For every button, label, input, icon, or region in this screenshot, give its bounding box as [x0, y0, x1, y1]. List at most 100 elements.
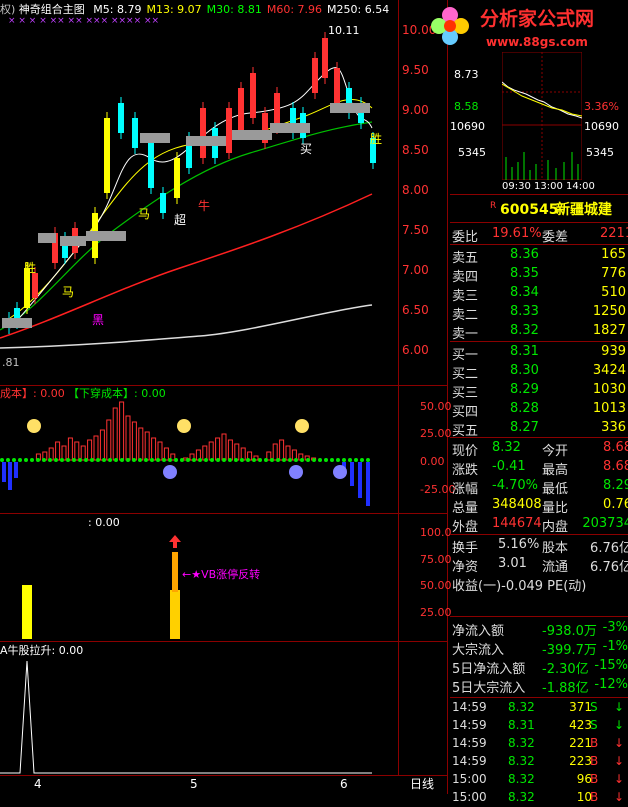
zero-dot: [78, 458, 82, 462]
tick-price: 8.32: [508, 772, 535, 786]
red-marker-icon: R: [490, 201, 497, 211]
mini-axis-left-1: 8.58: [454, 100, 479, 113]
asks-price: 8.35: [510, 266, 539, 281]
chart-area[interactable]: 权) 神奇组合主图 M5: 8.79 M13: 9.07 M30: 8.81 M60:…: [0, 0, 455, 794]
signal-annotation: 买: [300, 142, 313, 156]
panel2-label-a: 成本】: 0.00: [0, 387, 65, 400]
asks-row: 卖二 8.33 1250: [450, 302, 628, 323]
sad-face-icon: [163, 465, 177, 479]
zero-dot: [36, 458, 40, 462]
ratio-value: 19.61%: [492, 226, 542, 241]
stat-value: 8.68: [603, 459, 628, 474]
ask-book: 卖五 8.36 165 卖四 8.35 776 卖三 8.34 510 卖二 8.33 1250 卖一 8…: [450, 245, 628, 342]
zero-dot: [54, 458, 58, 462]
mini-chart-plot: [502, 52, 582, 180]
ma-label-3: M60: 7.96: [266, 3, 323, 16]
cost-bar: [208, 441, 214, 461]
stats-row: 涨跌 -0.41 最高 8.68: [450, 457, 628, 478]
price-tick: 8.00: [402, 183, 429, 197]
zero-dot: [162, 458, 166, 462]
flow-row: 大宗流入 -399.7万 -1%: [450, 637, 628, 658]
cost-bar: [215, 437, 221, 461]
mini-chart[interactable]: 8.73 8.58 10690 5345 3.36% 10690 5345 09…: [450, 52, 628, 192]
tick-volume: 221: [569, 736, 592, 750]
yellow-bar-1: [22, 585, 32, 639]
yellow-bar-2: [170, 590, 180, 639]
tick-list[interactable]: 14:59 8.32 371 S ↓ 14:59 8.31 423 S ↓ 14:59 8.32 221…: [450, 696, 628, 804]
zero-dot: [12, 458, 16, 462]
panel2-label-b: 【下穿成本】: 0.00: [68, 387, 166, 400]
cost-bar: [119, 401, 125, 461]
zero-dot: [276, 458, 280, 462]
asks-volume: 510: [601, 285, 626, 300]
zero-dot: [96, 458, 100, 462]
zero-dot: [300, 458, 304, 462]
bids-volume: 1013: [592, 401, 626, 416]
zero-dot: [90, 458, 94, 462]
zero-dot: [270, 458, 274, 462]
panel2-chart: [0, 401, 370, 506]
flow-row: 5日净流入额 -2.30亿 -15%: [450, 656, 628, 677]
cost-bar: [138, 427, 144, 461]
x-tick: 5: [190, 777, 198, 791]
zero-dot: [258, 458, 262, 462]
logo-url: www.88gs.com: [486, 35, 588, 49]
zero-dot: [72, 458, 76, 462]
zero-dot: [180, 458, 184, 462]
tick-price: 8.32: [508, 790, 535, 804]
zero-dot: [174, 458, 178, 462]
zero-dot: [342, 458, 346, 462]
panel2-tick: 0.00: [420, 455, 445, 468]
ma-label-4: M250: 6.54: [327, 3, 390, 16]
stat-value: 144674: [492, 516, 542, 531]
asks-volume: 776: [601, 266, 626, 281]
candle-body: [118, 103, 124, 133]
bids-price: 8.28: [510, 401, 539, 416]
signal-annotation: 胜: [370, 132, 383, 146]
tick-price: 8.32: [508, 736, 535, 750]
tick-side: B: [590, 790, 599, 804]
tick-row: 15:00 8.32 96 B ↓: [450, 770, 628, 789]
signal-annotation: 牛: [198, 199, 211, 213]
mini-axis-left-0: 8.73: [454, 68, 479, 81]
diff-label: 委差: [542, 230, 569, 245]
stock-header[interactable]: R 600545 新疆城建: [450, 198, 628, 220]
cost-bar: [279, 439, 285, 461]
asks-row: 卖一 8.32 1827: [450, 321, 628, 342]
asks-volume: 1250: [592, 304, 626, 319]
flow-row: 净流入额 -938.0万 -3%: [450, 618, 628, 639]
diff-value: 2211: [600, 226, 628, 241]
stats2-block: 换手 5.16% 股本 6.76亿 净资 3.01 流通 6.76亿: [450, 535, 628, 575]
zero-dot: [324, 458, 328, 462]
stat-value: -4.70%: [492, 478, 538, 493]
cost-bar: [74, 441, 80, 461]
neg-bar: [350, 462, 354, 486]
stock-name: 新疆城建: [556, 202, 612, 218]
signal-annotation: 马: [62, 285, 75, 299]
signal-annotation: 超: [174, 213, 187, 227]
zero-dot: [138, 458, 142, 462]
cost-bar: [131, 421, 137, 461]
bids-row: 买五 8.27 336: [450, 418, 628, 439]
bids-price: 8.31: [510, 344, 539, 359]
period-label[interactable]: 日线: [410, 778, 434, 791]
stat-value: 348408: [492, 497, 542, 512]
tick-price: 8.32: [508, 700, 535, 714]
bid-book: 买一 8.31 939 买二 8.30 3424 买三 8.29 1030 买四 8.28 1013 买…: [450, 342, 628, 439]
bids-row: 买二 8.30 3424: [450, 361, 628, 382]
tick-time: 15:00: [452, 790, 487, 804]
gray-block: [186, 136, 226, 146]
asks-row: 卖四 8.35 776: [450, 264, 628, 285]
panel2-tick: 25.00: [420, 427, 452, 440]
stats-row: 现价 8.32 今开 8.68: [450, 438, 628, 459]
panel2-tick: 50.00: [420, 400, 452, 413]
zero-dot: [228, 458, 232, 462]
spike-line: [0, 660, 372, 774]
site-logo: 分析家公式网 www.88gs.com: [431, 0, 628, 50]
zero-dot: [120, 458, 124, 462]
zero-dot: [366, 458, 370, 462]
price-tick: 7.50: [402, 223, 429, 237]
bids-price: 8.30: [510, 363, 539, 378]
bids-volume: 1030: [592, 382, 626, 397]
tick-row: 14:59 8.32 371 S ↓: [450, 698, 628, 717]
